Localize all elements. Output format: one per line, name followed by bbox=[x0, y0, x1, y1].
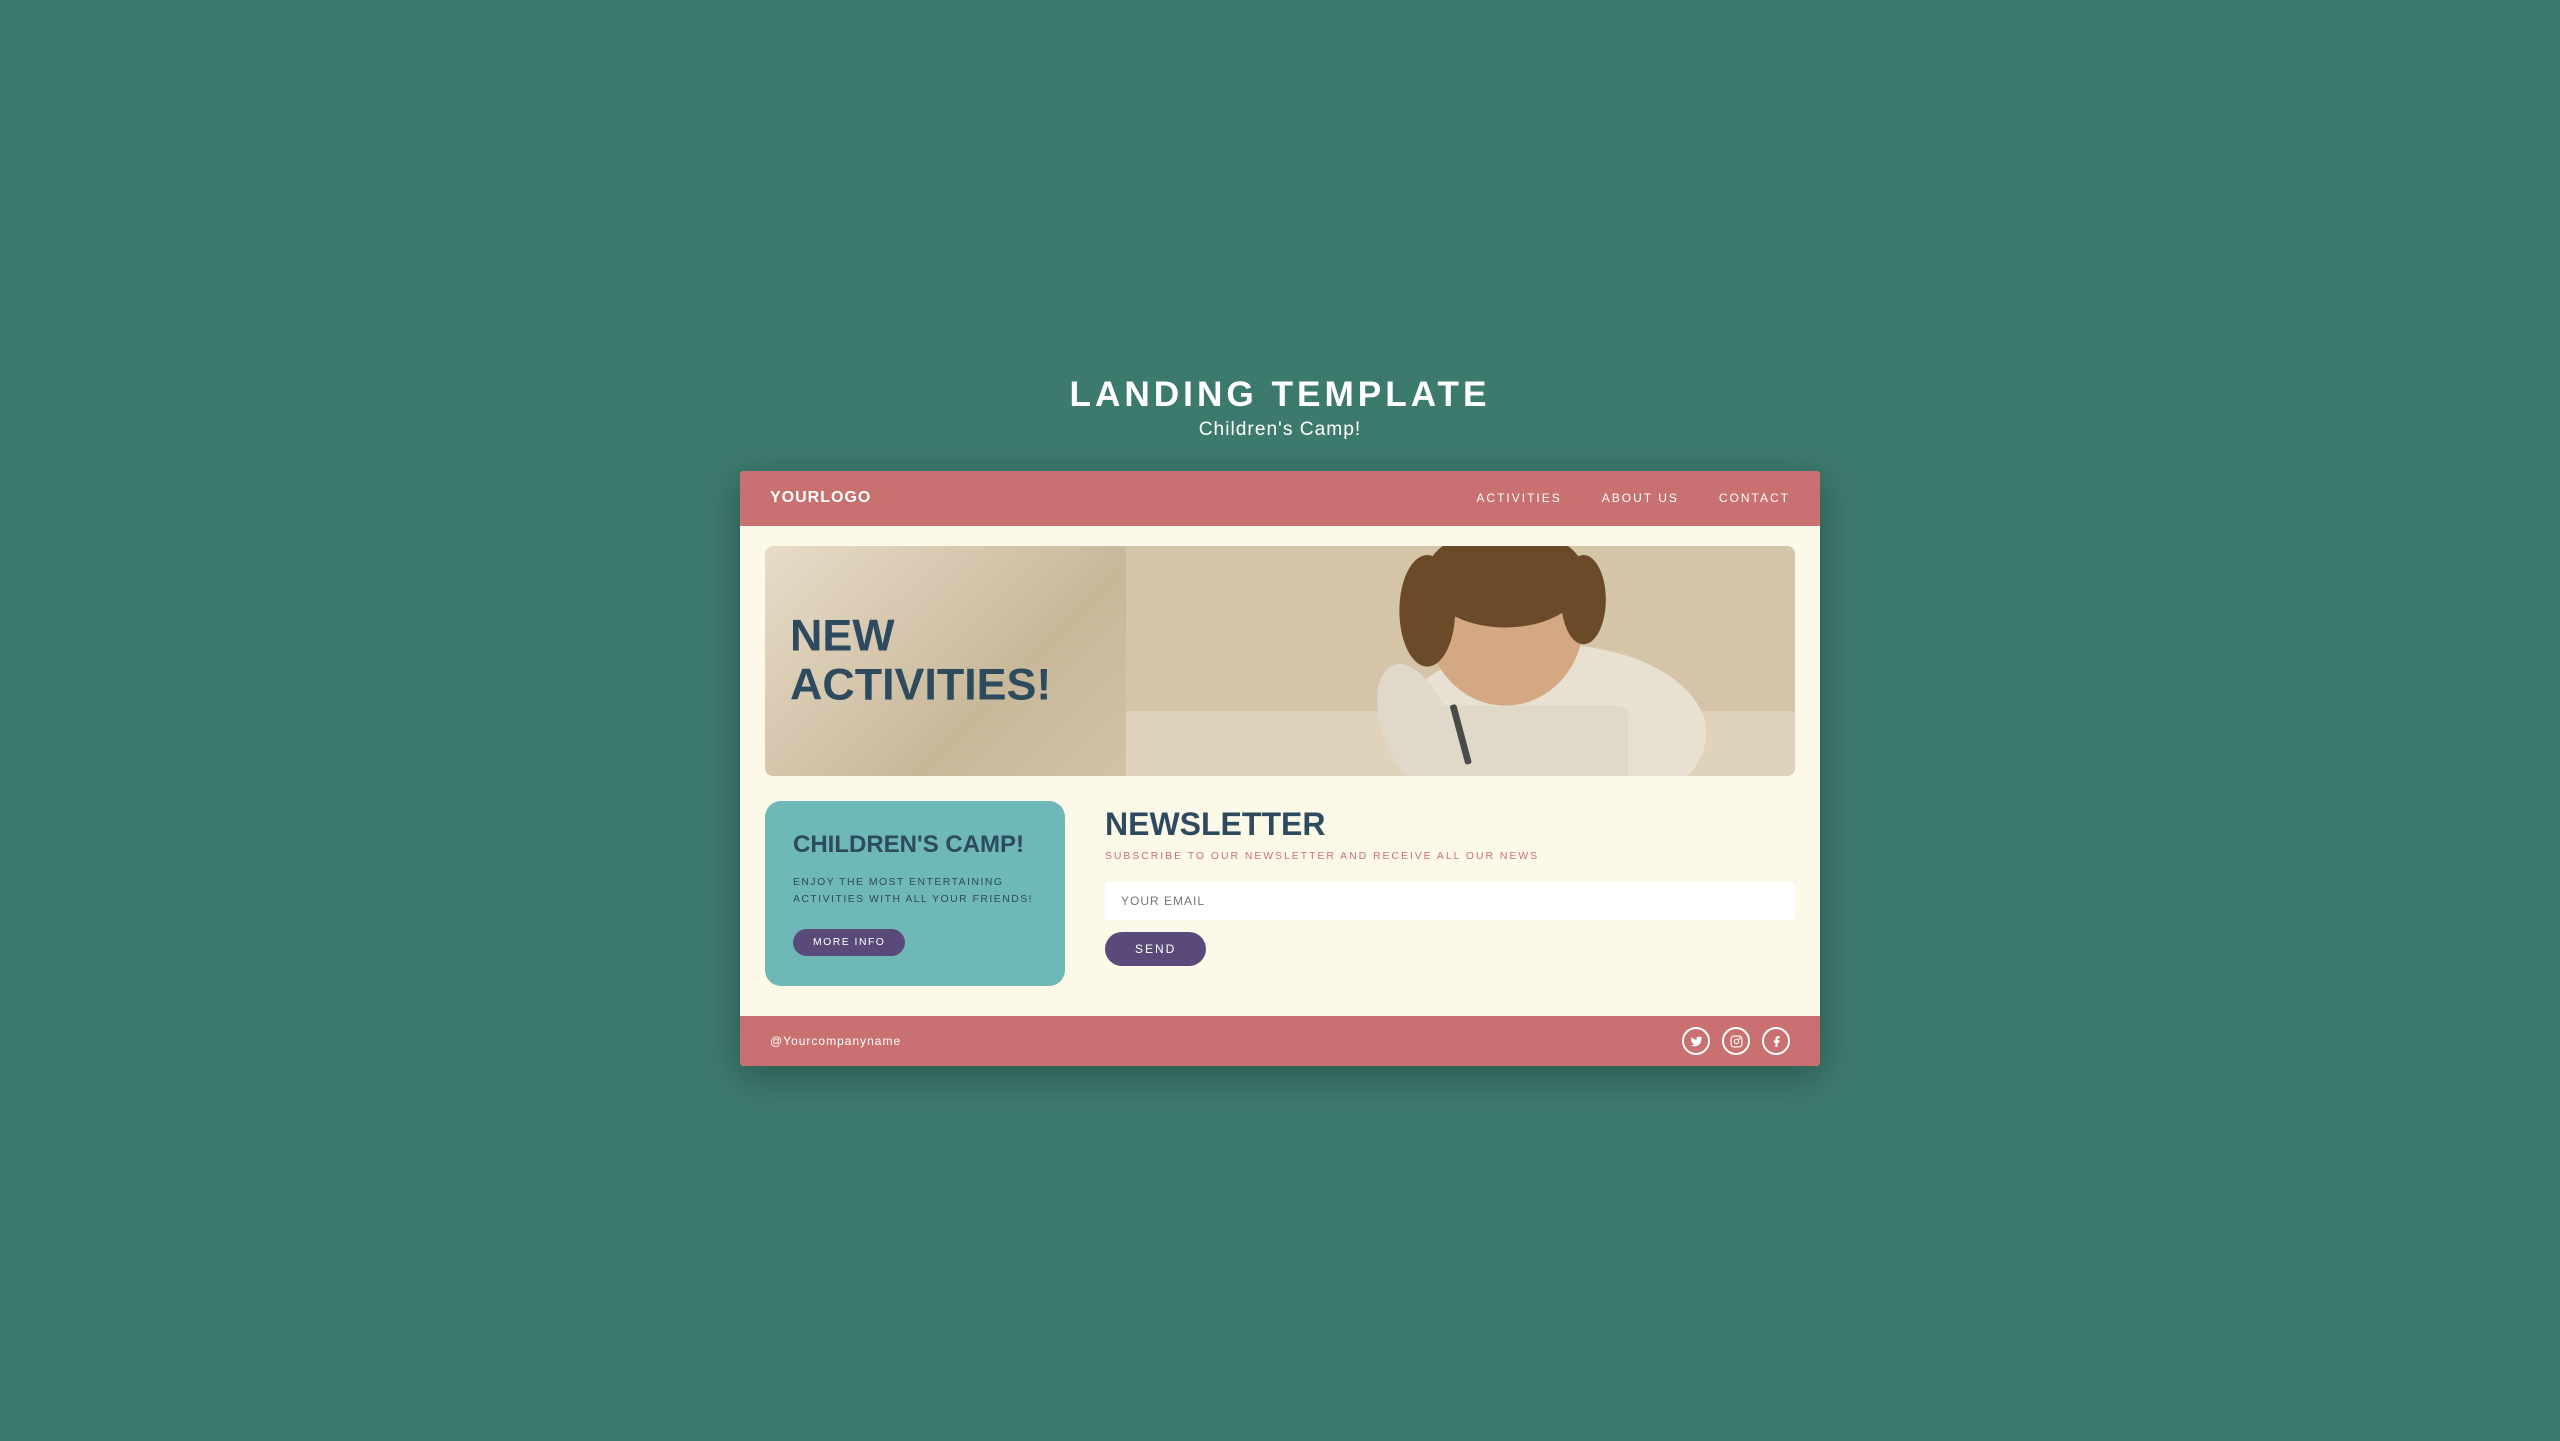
hero-text: NEW ACTIVITIES! bbox=[790, 612, 1051, 711]
nav-link-activities[interactable]: ACTIVITIES bbox=[1476, 491, 1561, 505]
hero-section: NEW ACTIVITIES! bbox=[765, 546, 1795, 776]
footer-company-name: @Yourcompanyname bbox=[770, 1034, 901, 1048]
nav-item-about[interactable]: ABOUT US bbox=[1602, 489, 1679, 507]
logo-text-bold: LOGO bbox=[820, 489, 871, 506]
nav-link-about[interactable]: ABOUT US bbox=[1602, 491, 1679, 505]
navbar-logo: YOURLOGO bbox=[770, 489, 871, 507]
newsletter-subtitle: SUBSCRIBE TO OUR NEWSLETTER AND RECEIVE … bbox=[1105, 851, 1795, 862]
instagram-icon[interactable] bbox=[1722, 1027, 1750, 1055]
nav-link-contact[interactable]: CONTACT bbox=[1719, 491, 1790, 505]
navbar-links: ACTIVITIES ABOUT US CONTACT bbox=[1476, 489, 1790, 507]
nav-item-contact[interactable]: CONTACT bbox=[1719, 489, 1790, 507]
email-input[interactable] bbox=[1105, 882, 1795, 920]
navbar: YOURLOGO ACTIVITIES ABOUT US CONTACT bbox=[740, 471, 1820, 526]
newsletter-title: NEWSLETTER bbox=[1105, 806, 1795, 843]
content-section: CHILDREN'S CAMP! ENJOY THE MOST ENTERTAI… bbox=[740, 776, 1820, 1016]
page-title: LANDING TEMPLATE bbox=[1069, 375, 1490, 415]
newsletter-section: NEWSLETTER SUBSCRIBE TO OUR NEWSLETTER A… bbox=[1105, 801, 1795, 966]
send-button[interactable]: SEND bbox=[1105, 932, 1206, 966]
child-illustration bbox=[1126, 546, 1796, 776]
nav-item-activities[interactable]: ACTIVITIES bbox=[1476, 489, 1561, 507]
camp-card-description: ENJOY THE MOST ENTERTAINING ACTIVITIES W… bbox=[793, 874, 1037, 909]
camp-card: CHILDREN'S CAMP! ENJOY THE MOST ENTERTAI… bbox=[765, 801, 1065, 986]
page-header: LANDING TEMPLATE Children's Camp! bbox=[1069, 375, 1490, 441]
footer: @Yourcompanyname bbox=[740, 1016, 1820, 1066]
facebook-icon[interactable] bbox=[1762, 1027, 1790, 1055]
camp-card-title: CHILDREN'S CAMP! bbox=[793, 831, 1037, 860]
hero-image: NEW ACTIVITIES! bbox=[765, 546, 1795, 776]
website-frame: YOURLOGO ACTIVITIES ABOUT US CONTACT bbox=[740, 471, 1820, 1066]
hero-line2: ACTIVITIES! bbox=[790, 661, 1051, 710]
twitter-icon[interactable] bbox=[1682, 1027, 1710, 1055]
logo-text-plain: YOUR bbox=[770, 489, 820, 506]
more-info-button[interactable]: MORE INFO bbox=[793, 929, 905, 956]
social-icons bbox=[1682, 1027, 1790, 1055]
page-subtitle: Children's Camp! bbox=[1069, 419, 1490, 441]
hero-line1: NEW bbox=[790, 612, 1051, 661]
